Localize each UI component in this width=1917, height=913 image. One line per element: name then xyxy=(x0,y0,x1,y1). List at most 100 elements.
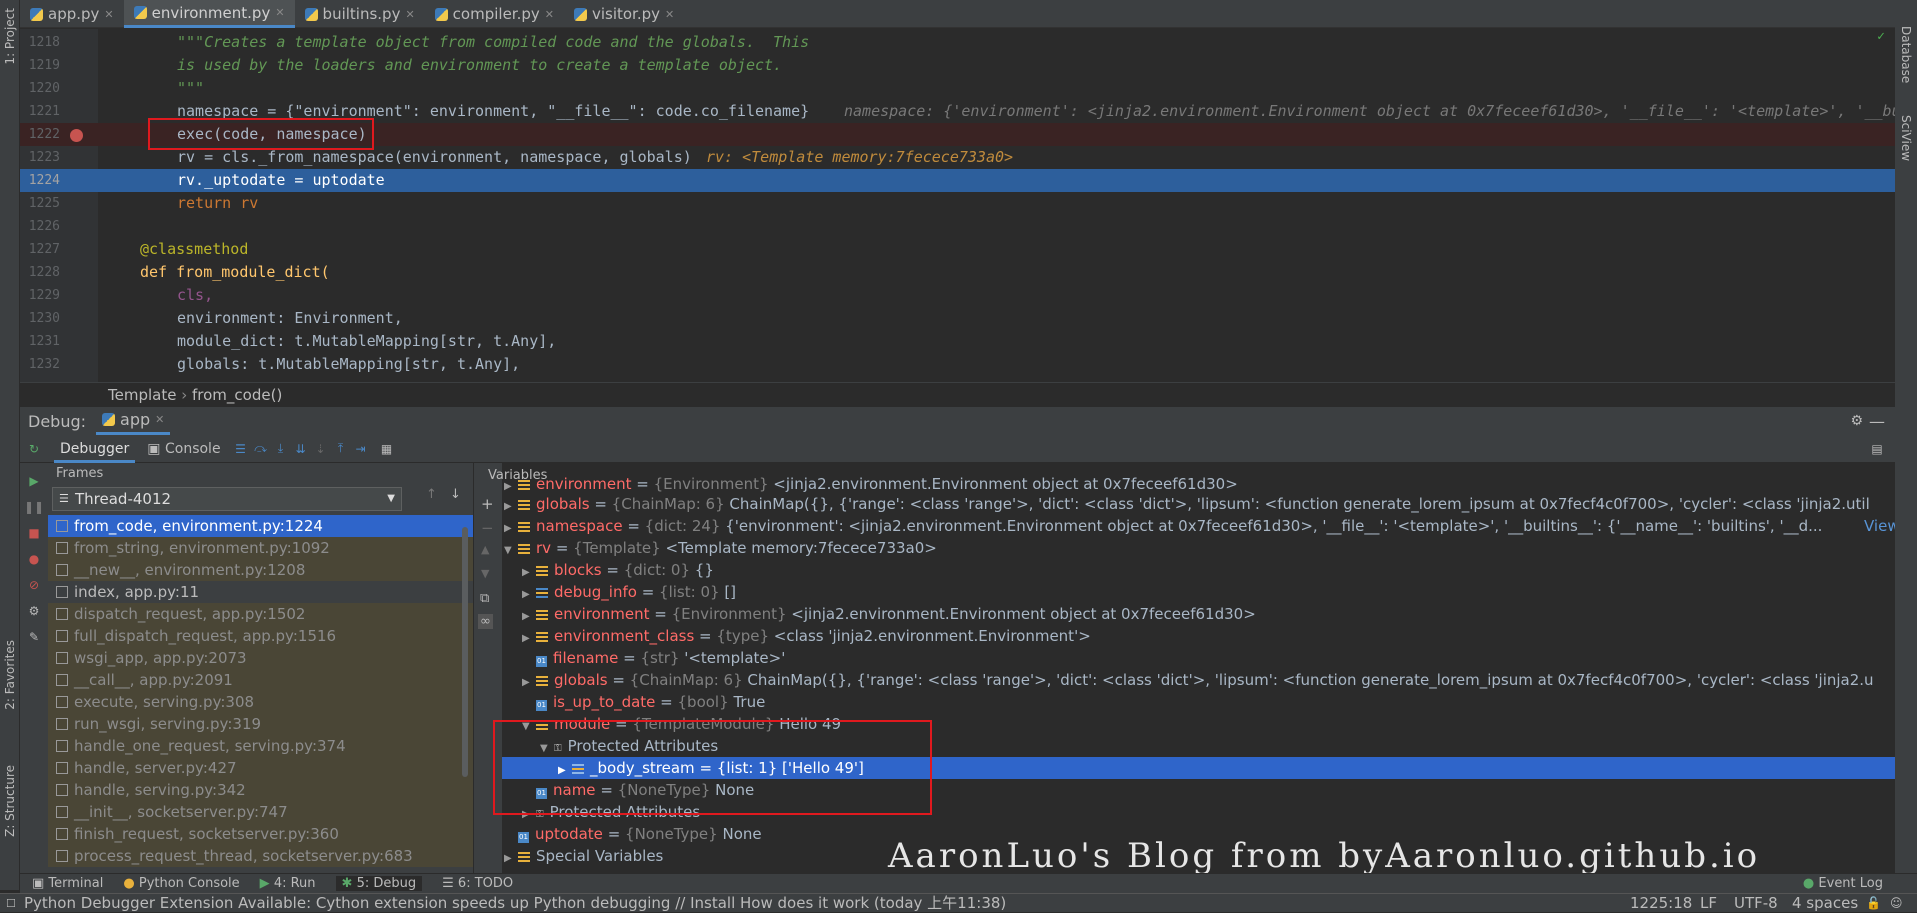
remove-watch-icon[interactable]: − xyxy=(481,519,494,537)
minimize-icon[interactable]: — xyxy=(1869,412,1885,431)
settings-icon[interactable]: ⚙ xyxy=(24,601,44,621)
pin-icon[interactable]: ✎ xyxy=(24,627,44,647)
debug-tab[interactable]: ✱ 5: Debug xyxy=(335,876,423,891)
variable-row[interactable]: ▶ globals = {ChainMap: 6} ChainMap({}, {'… xyxy=(504,493,1870,515)
variable-row[interactable]: ▶ debug_info = {list: 0} [] xyxy=(522,581,736,603)
variable-row[interactable]: 01 uptodate = {NoneType} None xyxy=(504,823,762,845)
close-icon[interactable]: ✕ xyxy=(545,8,554,21)
frame-item[interactable]: full_dispatch_request, app.py:1516 xyxy=(48,625,473,647)
variable-row[interactable]: 01 filename = {str} '<template>' xyxy=(522,647,785,669)
var-name: environment_class xyxy=(554,627,695,645)
inspector-icon[interactable]: ☺ xyxy=(1890,894,1903,913)
frame-item[interactable]: dispatch_request, app.py:1502 xyxy=(48,603,473,625)
pause-icon[interactable]: ❚❚ xyxy=(24,497,44,517)
frame-item[interactable]: finish_request, socketserver.py:360 xyxy=(48,823,473,845)
tab-app-py[interactable]: app.py ✕ xyxy=(20,0,124,28)
frame-item[interactable]: process_request_thread, socketserver.py:… xyxy=(48,845,473,867)
debug-session-tab[interactable]: app ✕ xyxy=(96,406,171,435)
frame-item[interactable]: wsgi_app, app.py:2073 xyxy=(48,647,473,669)
view-link[interactable]: View xyxy=(1864,515,1895,537)
move-down-icon[interactable]: ▼ xyxy=(481,567,489,580)
variable-row[interactable]: ▶ environment = {Environment} <jinja2.env… xyxy=(504,477,1238,493)
variable-row[interactable]: ▶ environment_class = {type} <class 'jinj… xyxy=(522,625,1091,647)
frame-item[interactable]: __init__, socketserver.py:747 xyxy=(48,801,473,823)
close-icon[interactable]: ✕ xyxy=(405,8,414,21)
breadcrumb-class[interactable]: Template xyxy=(108,386,176,404)
stop-icon[interactable]: ■ xyxy=(24,523,44,543)
frame-item[interactable]: run_wsgi, serving.py:319 xyxy=(48,713,473,735)
frame-item[interactable]: handle, server.py:427 xyxy=(48,757,473,779)
structure-tool-button[interactable]: Z: Structure xyxy=(3,765,17,837)
line-separator[interactable]: LF xyxy=(1700,894,1717,913)
frame-item[interactable]: handle_one_request, serving.py:374 xyxy=(48,735,473,757)
view-breakpoints-icon[interactable]: ● xyxy=(24,549,44,569)
file-encoding[interactable]: UTF-8 xyxy=(1734,894,1778,913)
layout-icon[interactable]: ▤ xyxy=(1867,439,1887,459)
move-up-icon[interactable]: ▲ xyxy=(481,543,489,556)
breadcrumb-method[interactable]: from_code() xyxy=(192,386,282,404)
variable-row[interactable]: 01 is_up_to_date = {bool} True xyxy=(522,691,765,713)
variable-row[interactable]: ▶ Special Variables xyxy=(504,845,663,867)
frame-item[interactable]: execute, serving.py:308 xyxy=(48,691,473,713)
arrow-down-icon[interactable]: ↓ xyxy=(450,487,461,502)
close-icon[interactable]: ✕ xyxy=(665,8,674,21)
variable-row[interactable]: ▶ globals = {ChainMap: 6} ChainMap({}, {'… xyxy=(522,669,1874,691)
tab-visitor-py[interactable]: visitor.py ✕ xyxy=(564,0,684,28)
status-message[interactable]: Python Debugger Extension Available: Cyt… xyxy=(24,894,1006,913)
frame-item[interactable]: __new__, environment.py:1208 xyxy=(48,559,473,581)
python-console-tab[interactable]: ● Python Console xyxy=(123,876,239,891)
close-icon[interactable]: ✕ xyxy=(155,406,164,434)
frames-scrollbar[interactable] xyxy=(462,527,468,777)
run-to-cursor-icon[interactable]: ⇥ xyxy=(351,439,371,459)
gear-icon[interactable]: ⚙ xyxy=(1850,413,1863,429)
tab-label: environment.py xyxy=(151,3,271,22)
lock-icon[interactable]: 🔓 xyxy=(1866,894,1881,913)
var-name: environment xyxy=(554,605,650,623)
favorites-tool-button[interactable]: 2: Favorites xyxy=(3,640,17,710)
project-tool-button[interactable]: 1: Project xyxy=(3,8,17,65)
mute-breakpoints-icon[interactable]: ⊘ xyxy=(24,575,44,595)
terminal-tab[interactable]: ▣ Terminal xyxy=(32,876,103,891)
code-editor[interactable]: 1218 """Creates a template object from co… xyxy=(20,29,1895,382)
tab-environment-py[interactable]: environment.py ✕ xyxy=(123,0,295,28)
step-out-icon[interactable]: ⤒ xyxy=(331,439,351,459)
cursor-position[interactable]: 1225:18 xyxy=(1630,894,1692,913)
frame-item[interactable]: from_string, environment.py:1092 xyxy=(48,537,473,559)
tab-debugger[interactable]: Debugger xyxy=(54,435,136,463)
show-execution-point-icon[interactable]: ☰ xyxy=(231,439,251,459)
arrow-up-icon[interactable]: ↑ xyxy=(426,487,437,502)
thread-select[interactable]: ☰ Thread-4012 ▼ xyxy=(52,487,402,511)
database-tool-button[interactable]: Database xyxy=(1899,26,1913,83)
copy-icon[interactable]: ⧉ xyxy=(480,591,489,606)
tab-builtins-py[interactable]: builtins.py ✕ xyxy=(295,0,425,28)
resume-icon[interactable]: ▶ xyxy=(24,471,44,491)
variable-row[interactable]: ▶ blocks = {dict: 0} {} xyxy=(522,559,714,581)
variable-row[interactable]: ▶ environment = {Environment} <jinja2.env… xyxy=(522,603,1256,625)
close-icon[interactable]: ✕ xyxy=(104,8,113,21)
todo-tab[interactable]: ☰ 6: TODO xyxy=(442,876,513,891)
step-into-icon[interactable]: ⤓ xyxy=(271,439,291,459)
variable-row[interactable]: ▶ namespace = {dict: 24} {'environment': … xyxy=(504,515,1895,537)
infinity-icon[interactable]: ∞ xyxy=(478,614,493,629)
evaluate-expression-icon[interactable]: ▦ xyxy=(377,439,397,459)
rerun-icon[interactable]: ↻ xyxy=(24,439,44,459)
indent-setting[interactable]: 4 spaces xyxy=(1792,894,1858,913)
step-over-icon[interactable]: ⤼ xyxy=(251,439,271,459)
notification-icon[interactable]: ☐ xyxy=(6,894,16,913)
close-icon[interactable]: ✕ xyxy=(275,6,284,19)
frame-item[interactable]: __call__, app.py:2091 xyxy=(48,669,473,691)
inspection-ok-icon[interactable]: ✓ xyxy=(1877,29,1885,44)
variable-row[interactable]: ▼ rv = {Template} <Template memory:7fecec… xyxy=(504,537,937,559)
breakpoint-icon[interactable] xyxy=(70,129,83,142)
tab-console[interactable]: ▣ Console xyxy=(147,441,220,457)
add-watch-icon[interactable]: + xyxy=(481,495,494,513)
frame-item[interactable]: index, app.py:11 xyxy=(48,581,473,603)
tab-compiler-py[interactable]: compiler.py ✕ xyxy=(425,0,564,28)
event-log-button[interactable]: ● Event Log xyxy=(1803,876,1883,891)
step-into-my-code-icon[interactable]: ⇊ xyxy=(291,439,311,459)
force-step-into-icon[interactable]: ⇣ xyxy=(311,439,331,459)
sciview-tool-button[interactable]: SciView xyxy=(1899,115,1913,161)
frame-item[interactable]: handle, serving.py:342 xyxy=(48,779,473,801)
frame-item[interactable]: from_code, environment.py:1224 xyxy=(48,515,473,537)
run-tab[interactable]: ▶ 4: Run xyxy=(260,876,316,891)
